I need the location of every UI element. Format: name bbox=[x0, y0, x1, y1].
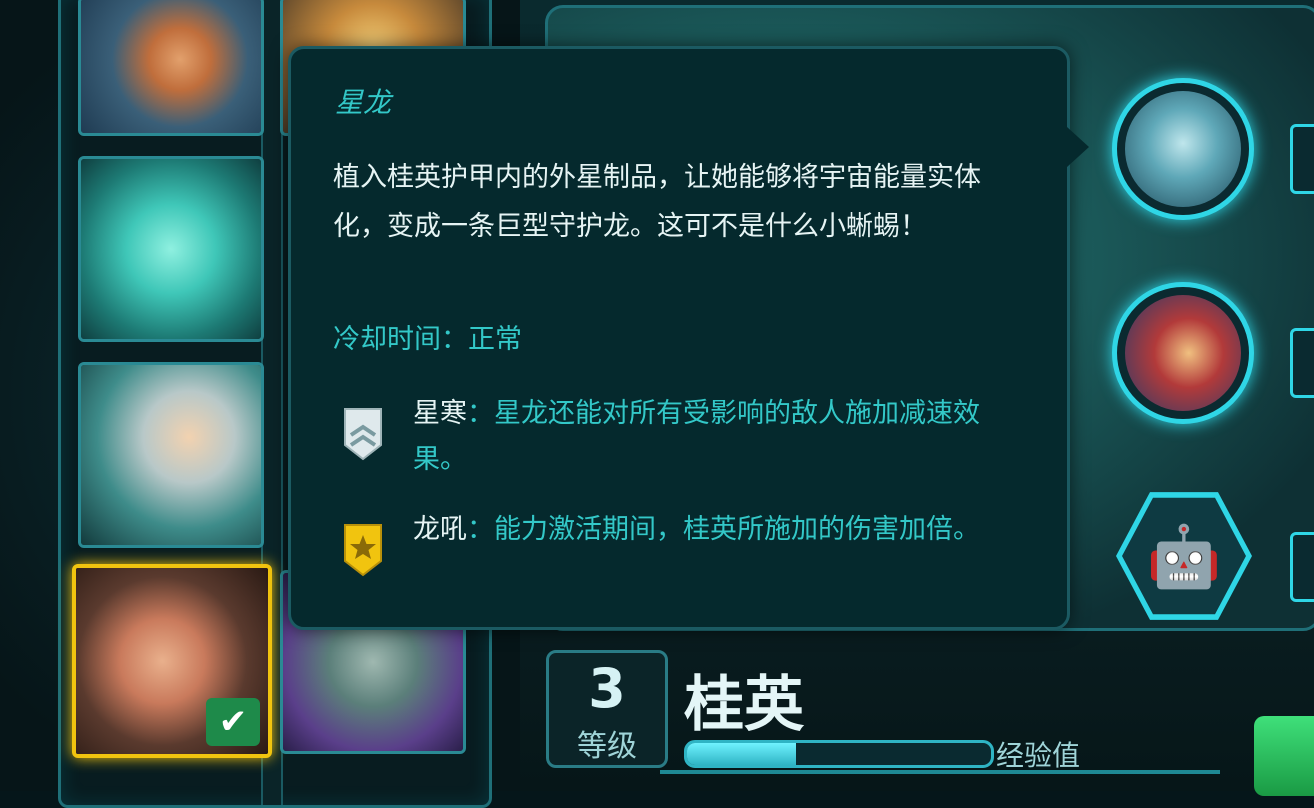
skill-title: 星龙 bbox=[335, 86, 392, 119]
upgrade-colon: ： bbox=[467, 398, 494, 429]
upgrade-name: 龙吼 bbox=[413, 514, 467, 545]
xp-progress-bar bbox=[684, 740, 994, 768]
skill-tooltip: 星龙 植入桂英护甲内的外星制品，让她能够将宇宙能量实体化，变成一条巨型守护龙。这… bbox=[288, 46, 1089, 630]
skill-level-slot bbox=[1290, 328, 1314, 398]
selected-check-icon: ✔ bbox=[206, 698, 260, 746]
portrait-art bbox=[81, 0, 261, 133]
hero-name: 桂英 bbox=[684, 670, 804, 740]
upgrade-name: 星寒 bbox=[413, 398, 467, 429]
hero-portrait-pilot[interactable] bbox=[78, 362, 264, 548]
skill-level-slot bbox=[1290, 532, 1314, 602]
star-rank-icon bbox=[344, 524, 382, 577]
green-side-tab[interactable] bbox=[1254, 716, 1314, 796]
portrait-art bbox=[81, 159, 261, 339]
hero-portrait-spirit[interactable] bbox=[78, 156, 264, 342]
upgrade-description: 星龙还能对所有受影响的敌人施加减速效果。 bbox=[413, 398, 980, 475]
upgrade-description: 能力激活期间，桂英所施加的伤害加倍。 bbox=[494, 514, 980, 545]
cooldown-value: 正常 bbox=[468, 324, 522, 355]
skill-description: 植入桂英护甲内的外星制品，让她能够将宇宙能量实体化，变成一条巨型守护龙。这可不是… bbox=[333, 162, 981, 242]
hero-level-box: 3 等级 bbox=[546, 650, 668, 768]
portrait-art bbox=[81, 365, 261, 545]
skill-art bbox=[1125, 91, 1241, 207]
xp-progress-fill bbox=[687, 743, 797, 765]
chevron-rank-icon bbox=[344, 408, 382, 461]
upgrade-colon: ： bbox=[467, 514, 494, 545]
mech-glyph: 🤖 bbox=[1122, 497, 1246, 615]
skill-cooldown: 冷却时间：正常 bbox=[333, 317, 522, 356]
hero-level-label: 等级 bbox=[577, 729, 637, 764]
duo-heroes-skill-icon[interactable] bbox=[1112, 282, 1254, 424]
skill-level-slot bbox=[1290, 124, 1314, 194]
upgrade-text: 龙吼：能力激活期间，桂英所施加的伤害加倍。 bbox=[413, 507, 1033, 553]
upgrade-text: 星寒：星龙还能对所有受影响的敌人施加减速效果。 bbox=[413, 391, 1033, 483]
xp-label: 经验值 bbox=[996, 739, 1081, 772]
bottom-divider bbox=[660, 770, 1220, 774]
hero-portrait-soldier[interactable] bbox=[78, 0, 264, 136]
cooldown-label: 冷却时间： bbox=[333, 324, 468, 355]
dragon-skill-icon[interactable] bbox=[1112, 78, 1254, 220]
skill-art bbox=[1125, 295, 1241, 411]
hero-portrait-guiying-selected[interactable]: ✔ bbox=[72, 564, 272, 758]
hero-level-number: 3 bbox=[588, 657, 626, 720]
